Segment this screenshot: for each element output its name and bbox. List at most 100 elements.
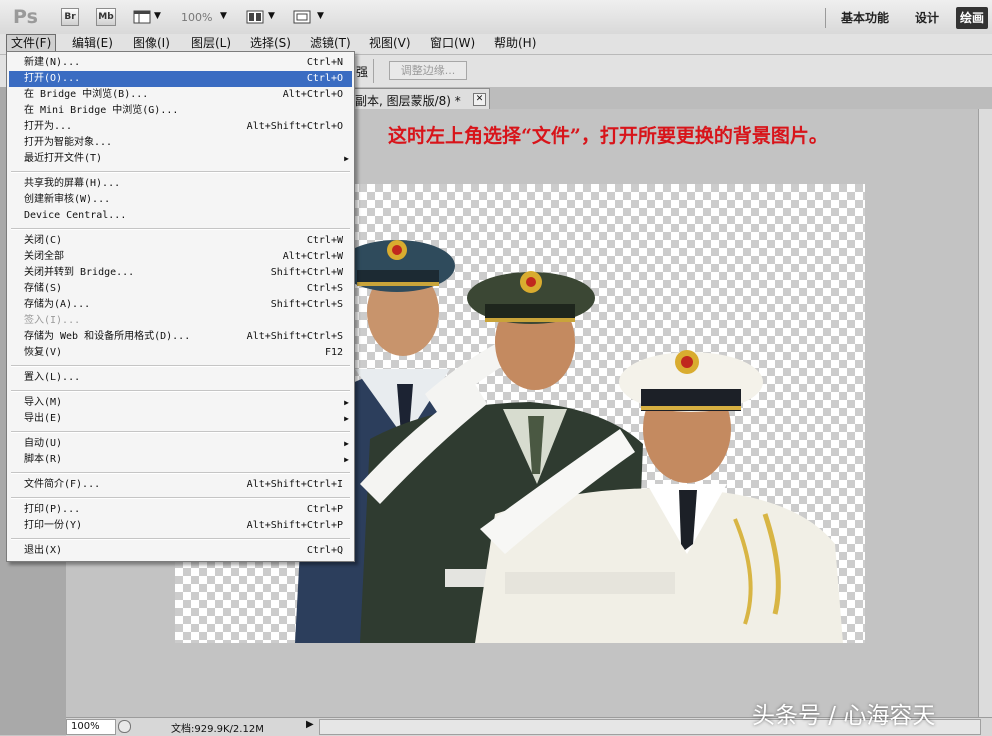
file-menu-item[interactable]: 打开为智能对象... [9, 135, 352, 151]
file-menu-item[interactable]: 在 Bridge 中浏览(B)... Alt+Ctrl+O [9, 87, 352, 103]
menu-separator [11, 365, 350, 367]
menu-item-label: 退出(X) [24, 545, 63, 556]
workspace-essentials-button[interactable]: 基本功能 [841, 8, 889, 28]
menu-separator [11, 431, 350, 433]
arrange-documents-button[interactable]: ▼ [246, 9, 278, 25]
menu-separator [11, 538, 350, 540]
tutorial-annotation: 这时左上角选择“文件”，打开所要更换的背景图片。 [388, 125, 828, 147]
file-menu-item[interactable]: 存储为 Web 和设备所用格式(D)... Alt+Shift+Ctrl+S [9, 329, 352, 345]
menu-item-label: 签入(I)... [24, 315, 81, 326]
menu-item-label: 关闭(C) [24, 235, 63, 246]
menu-separator [11, 228, 350, 230]
ps-logo: Ps [13, 6, 38, 28]
file-menu-item[interactable]: 自动(U) ▶ [9, 436, 352, 452]
status-info-icon[interactable] [118, 720, 131, 733]
file-menu-item[interactable]: 导出(E) ▶ [9, 411, 352, 427]
launch-mini-bridge-button[interactable]: Mb [96, 8, 116, 26]
menu-item-shortcut: F12 [324, 347, 343, 358]
workspace-design-button[interactable]: 设计 [915, 8, 939, 28]
file-menu-item[interactable]: 关闭并转到 Bridge... Shift+Ctrl+W [9, 265, 352, 281]
file-menu-item[interactable]: 打开(O)... Ctrl+O [9, 71, 352, 87]
menu-item-label: 存储为 Web 和设备所用格式(D)... [24, 331, 191, 342]
menu-item-label: 导入(M) [24, 397, 63, 408]
chevron-down-icon: ▼ [220, 11, 227, 21]
menu-item-shortcut: Alt+Shift+Ctrl+P [246, 520, 343, 531]
zoom-level-select[interactable]: 100% ▼ [181, 10, 231, 26]
menu-item-label: 存储为(A)... [24, 299, 91, 310]
options-divider [373, 59, 374, 83]
menu-item-label: 恢复(V) [24, 347, 63, 358]
file-menu-item[interactable]: 置入(L)... [9, 370, 352, 386]
refine-edge-button[interactable]: 调整边缘... [389, 61, 467, 80]
file-menu-item[interactable]: 存储(S) Ctrl+S [9, 281, 352, 297]
menu-select[interactable]: 选择(S) [246, 35, 295, 52]
file-menu-item[interactable]: 存储为(A)... Shift+Ctrl+S [9, 297, 352, 313]
menu-item-label: 共享我的屏幕(H)... [24, 178, 121, 189]
vertical-scrollbar[interactable] [978, 109, 992, 717]
application-bar: Ps Br Mb ▼ 100% ▼ ▼ ▼ 基本功能 设计 绘画 [0, 0, 992, 35]
launch-bridge-button[interactable]: Br [61, 8, 79, 26]
file-menu-item[interactable]: 在 Mini Bridge 中浏览(G)... [9, 103, 352, 119]
menu-item-shortcut: Shift+Ctrl+W [270, 267, 343, 278]
menu-item-label: 打开为智能对象... [24, 137, 113, 148]
submenu-arrow-icon: ▶ [344, 398, 349, 407]
workspace-painting-button[interactable]: 绘画 [956, 7, 989, 29]
file-menu-item[interactable]: 创建新审核(W)... [9, 192, 352, 208]
file-menu-item[interactable]: 脚本(R) ▶ [9, 452, 352, 468]
menu-item-label: 关闭并转到 Bridge... [24, 267, 135, 278]
menu-item-label: 关闭全部 [24, 251, 64, 262]
menu-item-shortcut: Ctrl+S [306, 283, 343, 294]
file-menu-item[interactable]: 打开为... Alt+Shift+Ctrl+O [9, 119, 352, 135]
status-menu-arrow-icon[interactable]: ▶ [306, 719, 314, 730]
menu-item-label: 打开(O)... [24, 73, 81, 84]
menu-edit[interactable]: 编辑(E) [68, 35, 117, 52]
document-size-readout: 文档:929.9K/2.12M [171, 724, 264, 735]
menu-help[interactable]: 帮助(H) [490, 35, 540, 52]
file-menu-item[interactable]: 文件简介(F)... Alt+Shift+Ctrl+I [9, 477, 352, 493]
menu-separator [11, 472, 350, 474]
menu-item-label: 存储(S) [24, 283, 63, 294]
screen-mode-button[interactable]: ▼ [293, 9, 327, 25]
file-menu-item[interactable]: Device Central... [9, 208, 352, 224]
soldier-white [475, 350, 843, 643]
menu-filter[interactable]: 滤镜(T) [306, 35, 355, 52]
menu-layer[interactable]: 图层(L) [187, 35, 235, 52]
submenu-arrow-icon: ▶ [344, 414, 349, 423]
file-menu-item[interactable]: 退出(X) Ctrl+Q [9, 543, 352, 559]
file-menu-item: 签入(I)... [9, 313, 352, 329]
menu-item-shortcut: Ctrl+P [306, 504, 343, 515]
file-menu-item[interactable]: 最近打开文件(T) ▶ [9, 151, 352, 167]
chevron-down-icon: ▼ [317, 11, 324, 21]
chevron-down-icon: ▼ [268, 11, 275, 21]
submenu-arrow-icon: ▶ [344, 154, 349, 163]
arrange-documents-icon [246, 10, 264, 24]
file-menu-item[interactable]: 共享我的屏幕(H)... [9, 176, 352, 192]
menu-item-shortcut: Alt+Shift+Ctrl+S [246, 331, 343, 342]
file-menu-item[interactable]: 打印(P)... Ctrl+P [9, 502, 352, 518]
menu-item-label: 打印一份(Y) [24, 520, 83, 531]
submenu-arrow-icon: ▶ [344, 455, 349, 464]
menu-item-label: 自动(U) [24, 438, 63, 449]
file-menu-item[interactable]: 打印一份(Y) Alt+Shift+Ctrl+P [9, 518, 352, 534]
menu-image[interactable]: 图像(I) [129, 35, 174, 52]
menu-item-shortcut: Ctrl+Q [306, 545, 343, 556]
menu-item-shortcut: Alt+Shift+Ctrl+I [246, 479, 343, 490]
menu-item-shortcut: Alt+Ctrl+W [282, 251, 343, 262]
menu-item-label: 置入(L)... [24, 372, 81, 383]
menu-item-label: Device Central... [24, 210, 127, 221]
file-menu-item[interactable]: 新建(N)... Ctrl+N [9, 55, 352, 71]
menu-separator [11, 497, 350, 499]
chevron-down-icon: ▼ [154, 11, 161, 21]
menu-item-label: 打开为... [24, 121, 73, 132]
screen-mode-icon [293, 10, 311, 24]
menu-view[interactable]: 视图(V) [365, 35, 415, 52]
file-menu-item[interactable]: 关闭全部 Alt+Ctrl+W [9, 249, 352, 265]
file-menu-item[interactable]: 关闭(C) Ctrl+W [9, 233, 352, 249]
extras-menu-button[interactable]: ▼ [133, 9, 163, 25]
close-tab-icon[interactable]: ✕ [473, 93, 486, 106]
file-menu-item[interactable]: 恢复(V) F12 [9, 345, 352, 361]
file-menu-item[interactable]: 导入(M) ▶ [9, 395, 352, 411]
menu-window[interactable]: 窗口(W) [426, 35, 479, 52]
menu-item-label: 导出(E) [24, 413, 63, 424]
status-zoom-field[interactable]: 100% [66, 719, 116, 735]
